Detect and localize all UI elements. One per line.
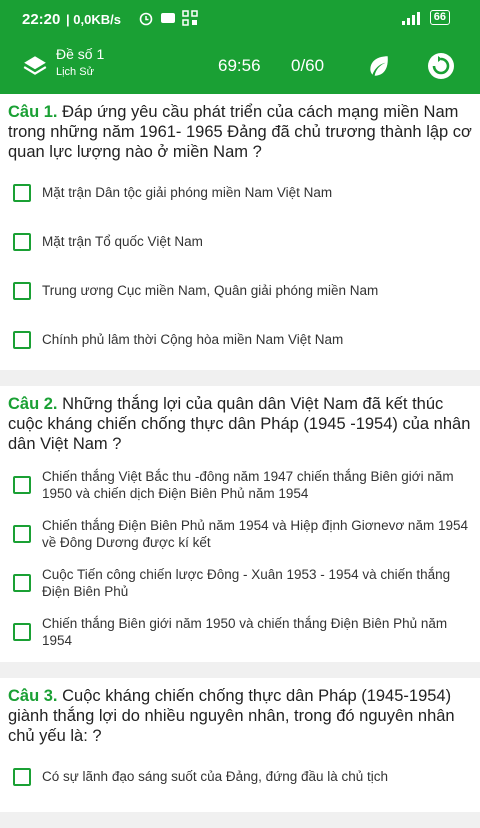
option-3-1[interactable]: Có sự lãnh đạo sáng suốt của Đảng, đứng … bbox=[8, 752, 472, 801]
question-text: Những thắng lợi của quân dân Việt Nam đã… bbox=[8, 395, 471, 453]
question-number: Câu 3. bbox=[8, 687, 58, 705]
checkbox[interactable] bbox=[13, 524, 31, 543]
option-1-3[interactable]: Trung ương Cục miền Nam, Quân giải phóng… bbox=[8, 266, 472, 315]
option-label: Mặt trận Dân tộc giải phóng miền Nam Việ… bbox=[42, 185, 333, 200]
question-card-2: Câu 2. Những thắng lợi của quân dân Việt… bbox=[0, 386, 480, 662]
question-text: Cuộc kháng chiến chống thực dân Pháp (19… bbox=[8, 687, 455, 745]
option-1-2[interactable]: Mặt trận Tổ quốc Việt Nam bbox=[8, 217, 472, 266]
option-label: Chiến thắng Biên giới năm 1950 và chiến … bbox=[42, 615, 448, 648]
option-1-4[interactable]: Chính phủ lâm thời Cộng hòa miền Nam Việ… bbox=[8, 315, 472, 364]
message-icon bbox=[161, 13, 175, 23]
status-time: 22:20 bbox=[22, 11, 61, 28]
question-text: Đáp ứng yêu cầu phát triển của cách mạng… bbox=[8, 103, 472, 161]
leaf-icon[interactable] bbox=[366, 53, 392, 79]
option-label: Chiến thắng Điện Biên Phủ năm 1954 và Hi… bbox=[42, 517, 468, 550]
option-2-3[interactable]: Cuộc Tiến công chiến lược Đông - Xuân 19… bbox=[8, 558, 472, 607]
network-speed: | 0,0KB/s bbox=[66, 12, 121, 27]
checkbox[interactable] bbox=[13, 281, 31, 300]
checkbox[interactable] bbox=[13, 573, 31, 592]
question-card-3: Câu 3. Cuộc kháng chiến chống thực dân P… bbox=[0, 678, 480, 812]
option-1-1[interactable]: Mặt trận Dân tộc giải phóng miền Nam Việ… bbox=[8, 168, 472, 217]
checkbox[interactable] bbox=[13, 183, 31, 202]
qr-icon bbox=[182, 10, 198, 26]
checkbox[interactable] bbox=[13, 767, 31, 786]
question-card-1: Câu 1. Đáp ứng yêu cầu phát triển của cá… bbox=[0, 94, 480, 370]
exam-title: Đề số 1 bbox=[56, 46, 105, 62]
question-3-text: Câu 3. Cuộc kháng chiến chống thực dân P… bbox=[8, 686, 472, 746]
question-list: Câu 1. Đáp ứng yêu cầu phát triển của cá… bbox=[0, 94, 480, 828]
question-1-text: Câu 1. Đáp ứng yêu cầu phát triển của cá… bbox=[8, 102, 472, 162]
exam-subject: Lịch Sử bbox=[56, 66, 94, 78]
signal-icon bbox=[401, 11, 420, 25]
option-2-1[interactable]: Chiến thắng Việt Bắc thu -đông năm 1947 … bbox=[8, 460, 472, 509]
option-label: Chính phủ lâm thời Cộng hòa miền Nam Việ… bbox=[42, 332, 344, 347]
reload-icon[interactable] bbox=[427, 52, 455, 80]
answer-progress: 0/60 bbox=[291, 56, 325, 75]
option-label: Chiến thắng Việt Bắc thu -đông năm 1947 … bbox=[42, 468, 454, 501]
option-2-4[interactable]: Chiến thắng Biên giới năm 1950 và chiến … bbox=[8, 607, 472, 656]
battery-icon: 66 bbox=[429, 10, 450, 25]
timer: 69:56 bbox=[218, 56, 261, 75]
question-2-text: Câu 2. Những thắng lợi của quân dân Việt… bbox=[8, 394, 472, 454]
option-2-2[interactable]: Chiến thắng Điện Biên Phủ năm 1954 và Hi… bbox=[8, 509, 472, 558]
exam-title-block: Đề số 1 Lịch Sử bbox=[56, 46, 104, 78]
option-label: Có sự lãnh đạo sáng suốt của Đảng, đứng … bbox=[42, 769, 389, 784]
option-label: Trung ương Cục miền Nam, Quân giải phóng… bbox=[42, 283, 379, 298]
layers-icon[interactable] bbox=[22, 53, 48, 79]
checkbox[interactable] bbox=[13, 475, 31, 494]
question-number: Câu 2. bbox=[8, 395, 58, 413]
checkbox[interactable] bbox=[13, 330, 31, 349]
app-bar: Đề số 1 Lịch Sử 69:56 0/60 bbox=[0, 40, 480, 94]
question-number: Câu 1. bbox=[8, 103, 58, 121]
alarm-icon bbox=[139, 12, 153, 26]
checkbox[interactable] bbox=[13, 232, 31, 251]
option-label: Cuộc Tiến công chiến lược Đông - Xuân 19… bbox=[42, 566, 451, 599]
status-bar: 22:20 | 0,0KB/s 66 bbox=[0, 0, 480, 40]
option-label: Mặt trận Tổ quốc Việt Nam bbox=[42, 234, 203, 249]
checkbox[interactable] bbox=[13, 622, 31, 641]
